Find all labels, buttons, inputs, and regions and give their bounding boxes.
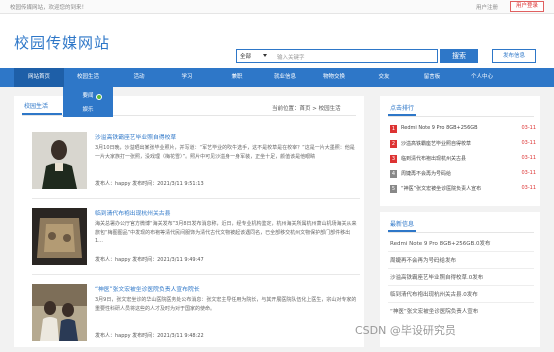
welcome-text: 校园传媒网站，欢迎您的到来！ [10, 5, 88, 11]
article-card[interactable]: “神医”张文宏被坐诊医院负责人宣布院长 3月9日，张文宏坐诊的华山医院医务处公布… [32, 284, 360, 352]
nav-item-profile[interactable]: 个人中心 [457, 68, 507, 87]
latest-title: 最新信息 [390, 221, 415, 228]
campus-life-dropdown: 要闻 娱乐 [63, 87, 113, 117]
nav-item-exchange[interactable]: 物物交换 [309, 68, 359, 87]
divider [388, 302, 534, 303]
rank-number: 3 [390, 155, 397, 163]
latest-item[interactable]: 沙溢高铁霸座艺毕业照自得校草.0发布 [390, 273, 483, 281]
breadcrumb: 当前位置：首页 > 校园生活 [272, 106, 341, 112]
search-box: 全部 输入关键字 [236, 49, 438, 63]
nav-item-study[interactable]: 学习 [162, 68, 212, 87]
article-summary: 3月10日晚，沙溢晒出某张毕业照片，并写道：“军艺毕业的吹牛选手，这不是校草是在… [95, 145, 355, 160]
main-content: 校园生活 当前位置：首页 > 校园生活 沙溢高铁霸座艺毕业照自得校草 3月10日… [14, 96, 364, 347]
latest-item[interactable]: 周婕再不会再为号码给发布 [390, 256, 456, 264]
rank-title[interactable]: 沙溢高铁霸座艺毕业照自得校草 [401, 140, 471, 147]
article-meta: 发布人：happy 发布时间：2021/3/11 9:49:47 [95, 257, 204, 263]
article-card[interactable]: 沙溢高铁霸座艺毕业照自得校草 3月10日晚，沙溢晒出某张毕业照片，并写道：“军艺… [32, 132, 360, 200]
search-button[interactable]: 搜索 [440, 49, 478, 63]
article-card[interactable]: 临到清代布袍出现杭州关古县 海关总署办公厅官方微博“海关发布”3月8日发布消息称… [32, 208, 360, 276]
main-nav: 网站首页 校园生活 活动 学习 兼职 就业信息 物物交换 交友 留言板 个人中心 [0, 68, 554, 87]
ranking-item[interactable]: 3 临到清代布袍出现杭州关古县 03-11 [390, 154, 536, 166]
ranking-item[interactable]: 4 周婕再不会再为号码给 03-11 [390, 169, 536, 181]
dropdown-item-news[interactable]: 要闻 [63, 91, 113, 99]
dropdown-item-entertainment[interactable]: 娱乐 [63, 105, 113, 113]
article-thumbnail[interactable] [32, 132, 87, 189]
rank-date: 03-11 [521, 155, 536, 161]
divider [388, 232, 534, 233]
header: 校园传媒网站 全部 输入关键字 搜索 发布信息 [0, 14, 554, 68]
article-meta: 发布人：happy 发布时间：2021/3/11 9:51:13 [95, 181, 204, 187]
divider [388, 285, 534, 286]
latest-item[interactable]: “神医”张文宏被坐诊医院负责人宣布 [390, 307, 478, 315]
ranking-title: 点击排行 [390, 105, 415, 112]
rank-title[interactable]: 临到清代布袍出现杭州关古县 [401, 155, 466, 162]
divider [388, 268, 534, 269]
rank-number: 4 [390, 170, 397, 178]
top-bar: 校园传媒网站，欢迎您的到来！ 用户注册 用户登录 [0, 0, 554, 14]
site-logo[interactable]: 校园传媒网站 [14, 32, 110, 53]
section-title: 校园生活 [24, 103, 49, 110]
ranking-item[interactable]: 5 “神医”张文宏被坐诊医院负责人宣布 03-11 [390, 184, 536, 196]
article-thumbnail[interactable] [32, 208, 87, 265]
divider [32, 198, 360, 199]
nav-item-home[interactable]: 网站首页 [14, 68, 64, 87]
publish-button[interactable]: 发布信息 [492, 49, 536, 63]
nav-item-friends[interactable]: 交友 [359, 68, 409, 87]
rank-date: 03-11 [521, 140, 536, 146]
divider [388, 251, 534, 252]
latest-item[interactable]: 临到清代布袍出现杭州关古县.0发布 [390, 290, 478, 298]
article-title[interactable]: “神医”张文宏被坐诊医院负责人宣布院长 [95, 284, 200, 293]
nav-item-part-time[interactable]: 兼职 [212, 68, 262, 87]
nav-item-jobs[interactable]: 就业信息 [260, 68, 310, 87]
watermark: CSDN @毕设研究员 [355, 324, 456, 337]
ranking-panel: 点击排行 1 Redmi Note 9 Pro 8GB+256GB 03-11 … [380, 96, 540, 206]
rank-number: 2 [390, 140, 397, 148]
divider [388, 116, 534, 117]
rank-title[interactable]: 周婕再不会再为号码给 [401, 170, 451, 177]
register-link[interactable]: 用户注册 [476, 3, 498, 11]
chevron-down-icon[interactable] [263, 54, 267, 57]
nav-item-campus-life[interactable]: 校园生活 [63, 68, 113, 87]
search-category-select[interactable]: 全部 [240, 52, 251, 60]
nav-item-activity[interactable]: 活动 [114, 68, 164, 87]
rank-date: 03-11 [521, 170, 536, 176]
login-button[interactable]: 用户登录 [510, 1, 544, 12]
rank-title[interactable]: Redmi Note 9 Pro 8GB+256GB [401, 125, 478, 131]
article-title[interactable]: 临到清代布袍出现杭州关古县 [95, 208, 170, 217]
ranking-item[interactable]: 1 Redmi Note 9 Pro 8GB+256GB 03-11 [390, 124, 536, 136]
rank-number: 1 [390, 125, 397, 133]
ranking-item[interactable]: 2 沙溢高铁霸座艺毕业照自得校草 03-11 [390, 139, 536, 151]
article-meta: 发布人：happy 发布时间：2021/3/11 9:48:22 [95, 333, 204, 339]
rank-title[interactable]: “神医”张文宏被坐诊医院负责人宣布 [401, 185, 481, 192]
article-title[interactable]: 沙溢高铁霸座艺毕业照自得校草 [95, 132, 176, 141]
nav-item-guestbook[interactable]: 留言板 [407, 68, 457, 87]
rank-number: 5 [390, 185, 397, 193]
article-summary: 海关总署办公厅官方微博“海关发布”3月8日发布消息称，近日，经专业机构鉴定，杭州… [95, 221, 357, 244]
rank-date: 03-11 [521, 185, 536, 191]
cursor-dot-icon [96, 94, 102, 100]
article-summary: 3月9日，张文宏坐诊的华山医院医务处公布消息：张文宏主导任用为院长，与其开展医院… [95, 297, 357, 312]
latest-item[interactable]: Redmi Note 9 Pro 8GB+256GB.0发布 [390, 239, 491, 247]
rank-date: 03-11 [521, 125, 536, 131]
article-thumbnail[interactable] [32, 284, 87, 341]
search-input[interactable]: 输入关键字 [277, 53, 305, 61]
divider [32, 274, 360, 275]
